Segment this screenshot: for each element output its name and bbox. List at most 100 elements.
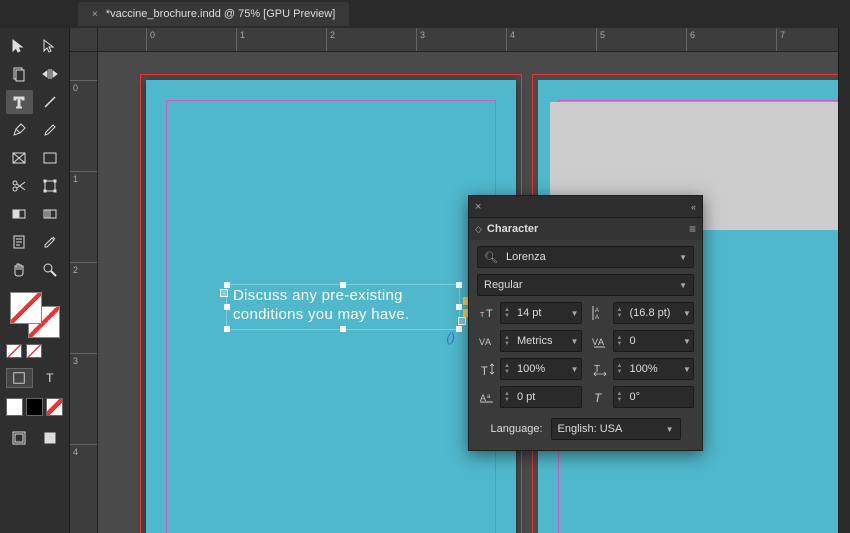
ruler-tick: 4 [70,444,97,457]
chevron-down-icon[interactable]: ▼ [679,253,687,262]
stepper-arrows[interactable]: ▲▼ [614,305,626,321]
line-tool[interactable] [37,90,64,114]
text-inport[interactable] [220,289,228,297]
language-field[interactable]: English: USA ▼ [551,418,681,440]
ruler-tick: 7 [776,28,785,51]
font-size-field[interactable]: ▲▼ 14 pt ▼ [500,302,582,324]
vertical-scale-field[interactable]: ▲▼ 100% ▼ [500,358,582,380]
free-transform-tool[interactable] [37,174,64,198]
gap-tool[interactable] [37,62,64,86]
font-size-icon: TT [477,306,497,320]
gradient-feather-tool[interactable] [37,202,64,226]
overset-indicator-icon: () [446,330,455,345]
view-mode-preview-button[interactable] [37,426,64,450]
chevron-down-icon[interactable]: ▼ [569,309,581,318]
pencil-tool[interactable] [37,118,64,142]
fill-stroke-swatch[interactable] [6,292,63,336]
disclosure-icon[interactable]: ◇ [475,224,482,235]
scissors-tool[interactable] [6,174,33,198]
stepper-arrows[interactable]: ▲▼ [501,389,513,405]
font-style-field[interactable]: Regular ▼ [477,274,694,296]
resize-handle[interactable] [456,326,462,332]
zoom-tool[interactable] [37,258,64,282]
hand-tool[interactable] [6,258,33,282]
stepper-arrows[interactable]: ▲▼ [614,333,626,349]
resize-handle[interactable] [340,326,346,332]
formatting-text-button[interactable]: T [37,368,64,388]
resize-handle[interactable] [224,282,230,288]
page-tool[interactable] [6,62,33,86]
search-icon: 🔍︎ [484,251,498,264]
language-value: English: USA [558,423,623,435]
skew-value: 0° [626,391,694,403]
ruler-tick: 6 [686,28,695,51]
chevron-down-icon[interactable]: ▼ [681,337,693,346]
vertical-ruler[interactable]: 0 1 2 3 4 [70,52,98,533]
formatting-container-button[interactable] [6,368,33,388]
horizontal-scale-field[interactable]: ▲▼ 100% ▼ [613,358,695,380]
leading-icon: AA [590,306,610,320]
pen-tool[interactable] [6,118,33,142]
leading-field[interactable]: ▲▼ (16.8 pt) ▼ [613,302,695,324]
text-frame-content[interactable]: Discuss any pre-existing conditions you … [227,285,459,327]
gradient-swatch-tool[interactable] [6,202,33,226]
eyedropper-tool[interactable] [37,230,64,254]
apply-color-button[interactable] [6,398,23,416]
kerning-value: Metrics [513,335,569,347]
language-label: Language: [491,423,543,435]
svg-text:T: T [486,308,493,320]
tracking-field[interactable]: ▲▼ 0 ▼ [613,330,695,352]
chevron-down-icon[interactable]: ▼ [569,365,581,374]
view-mode-normal-button[interactable] [6,426,33,450]
tools-panel: T [0,28,70,533]
type-tool[interactable] [6,90,33,114]
stepper-arrows[interactable]: ▲▼ [501,361,513,377]
resize-handle[interactable] [340,282,346,288]
close-icon[interactable]: × [92,9,98,20]
apply-gradient-button[interactable] [26,398,43,416]
kerning-field[interactable]: ▲▼ Metrics ▼ [500,330,582,352]
font-family-field[interactable]: 🔍︎ Lorenza ▼ [477,246,694,268]
direct-selection-tool[interactable] [37,34,64,58]
resize-handle[interactable] [224,304,230,310]
close-panel-icon[interactable]: × [475,201,481,213]
horizontal-ruler[interactable]: 0 1 2 3 4 5 6 7 [98,28,850,52]
panel-menu-icon[interactable]: ≡ [689,222,696,236]
default-fill-stroke-icon[interactable] [26,344,42,358]
baseline-shift-field[interactable]: ▲▼ 0 pt [500,386,582,408]
collapse-panel-icon[interactable]: « [691,202,696,212]
resize-handle[interactable] [224,326,230,332]
chevron-down-icon[interactable]: ▼ [666,425,674,434]
character-panel[interactable]: × « ◇ Character ≡ 🔍︎Lorenza ▼ Regular ▼ … [468,195,703,451]
skew-field[interactable]: ▲▼ 0° [613,386,695,408]
rectangle-frame-tool[interactable] [6,146,33,170]
selected-text-frame[interactable]: Discuss any pre-existing conditions you … [226,284,460,330]
stepper-arrows[interactable]: ▲▼ [501,305,513,321]
chevron-down-icon[interactable]: ▼ [681,365,693,374]
chevron-down-icon[interactable]: ▼ [679,281,687,290]
svg-text:A: A [598,337,604,347]
document-tab[interactable]: × *vaccine_brochure.indd @ 75% [GPU Prev… [78,2,349,26]
ruler-origin[interactable] [70,28,98,52]
selection-tool[interactable] [6,34,33,58]
panel-header[interactable]: × « [469,196,702,218]
font-family-value: Lorenza [506,251,546,263]
resize-handle[interactable] [456,304,462,310]
note-tool[interactable] [6,230,33,254]
svg-text:a: a [487,394,491,400]
baseline-shift-icon: Aa [477,390,497,404]
fill-swatch[interactable] [10,292,42,324]
stepper-arrows[interactable]: ▲▼ [614,361,626,377]
stepper-arrows[interactable]: ▲▼ [501,333,513,349]
chevron-down-icon[interactable]: ▼ [569,337,581,346]
stepper-arrows[interactable]: ▲▼ [614,389,626,405]
vertical-scale-value: 100% [513,363,569,375]
svg-text:A: A [485,337,491,347]
swap-fill-stroke-icon[interactable] [6,344,22,358]
resize-handle[interactable] [456,282,462,288]
right-panel-rail[interactable] [838,28,850,533]
rectangle-tool[interactable] [37,146,64,170]
text-outport[interactable] [458,317,466,325]
chevron-down-icon[interactable]: ▼ [681,309,693,318]
apply-none-button[interactable] [46,398,63,416]
